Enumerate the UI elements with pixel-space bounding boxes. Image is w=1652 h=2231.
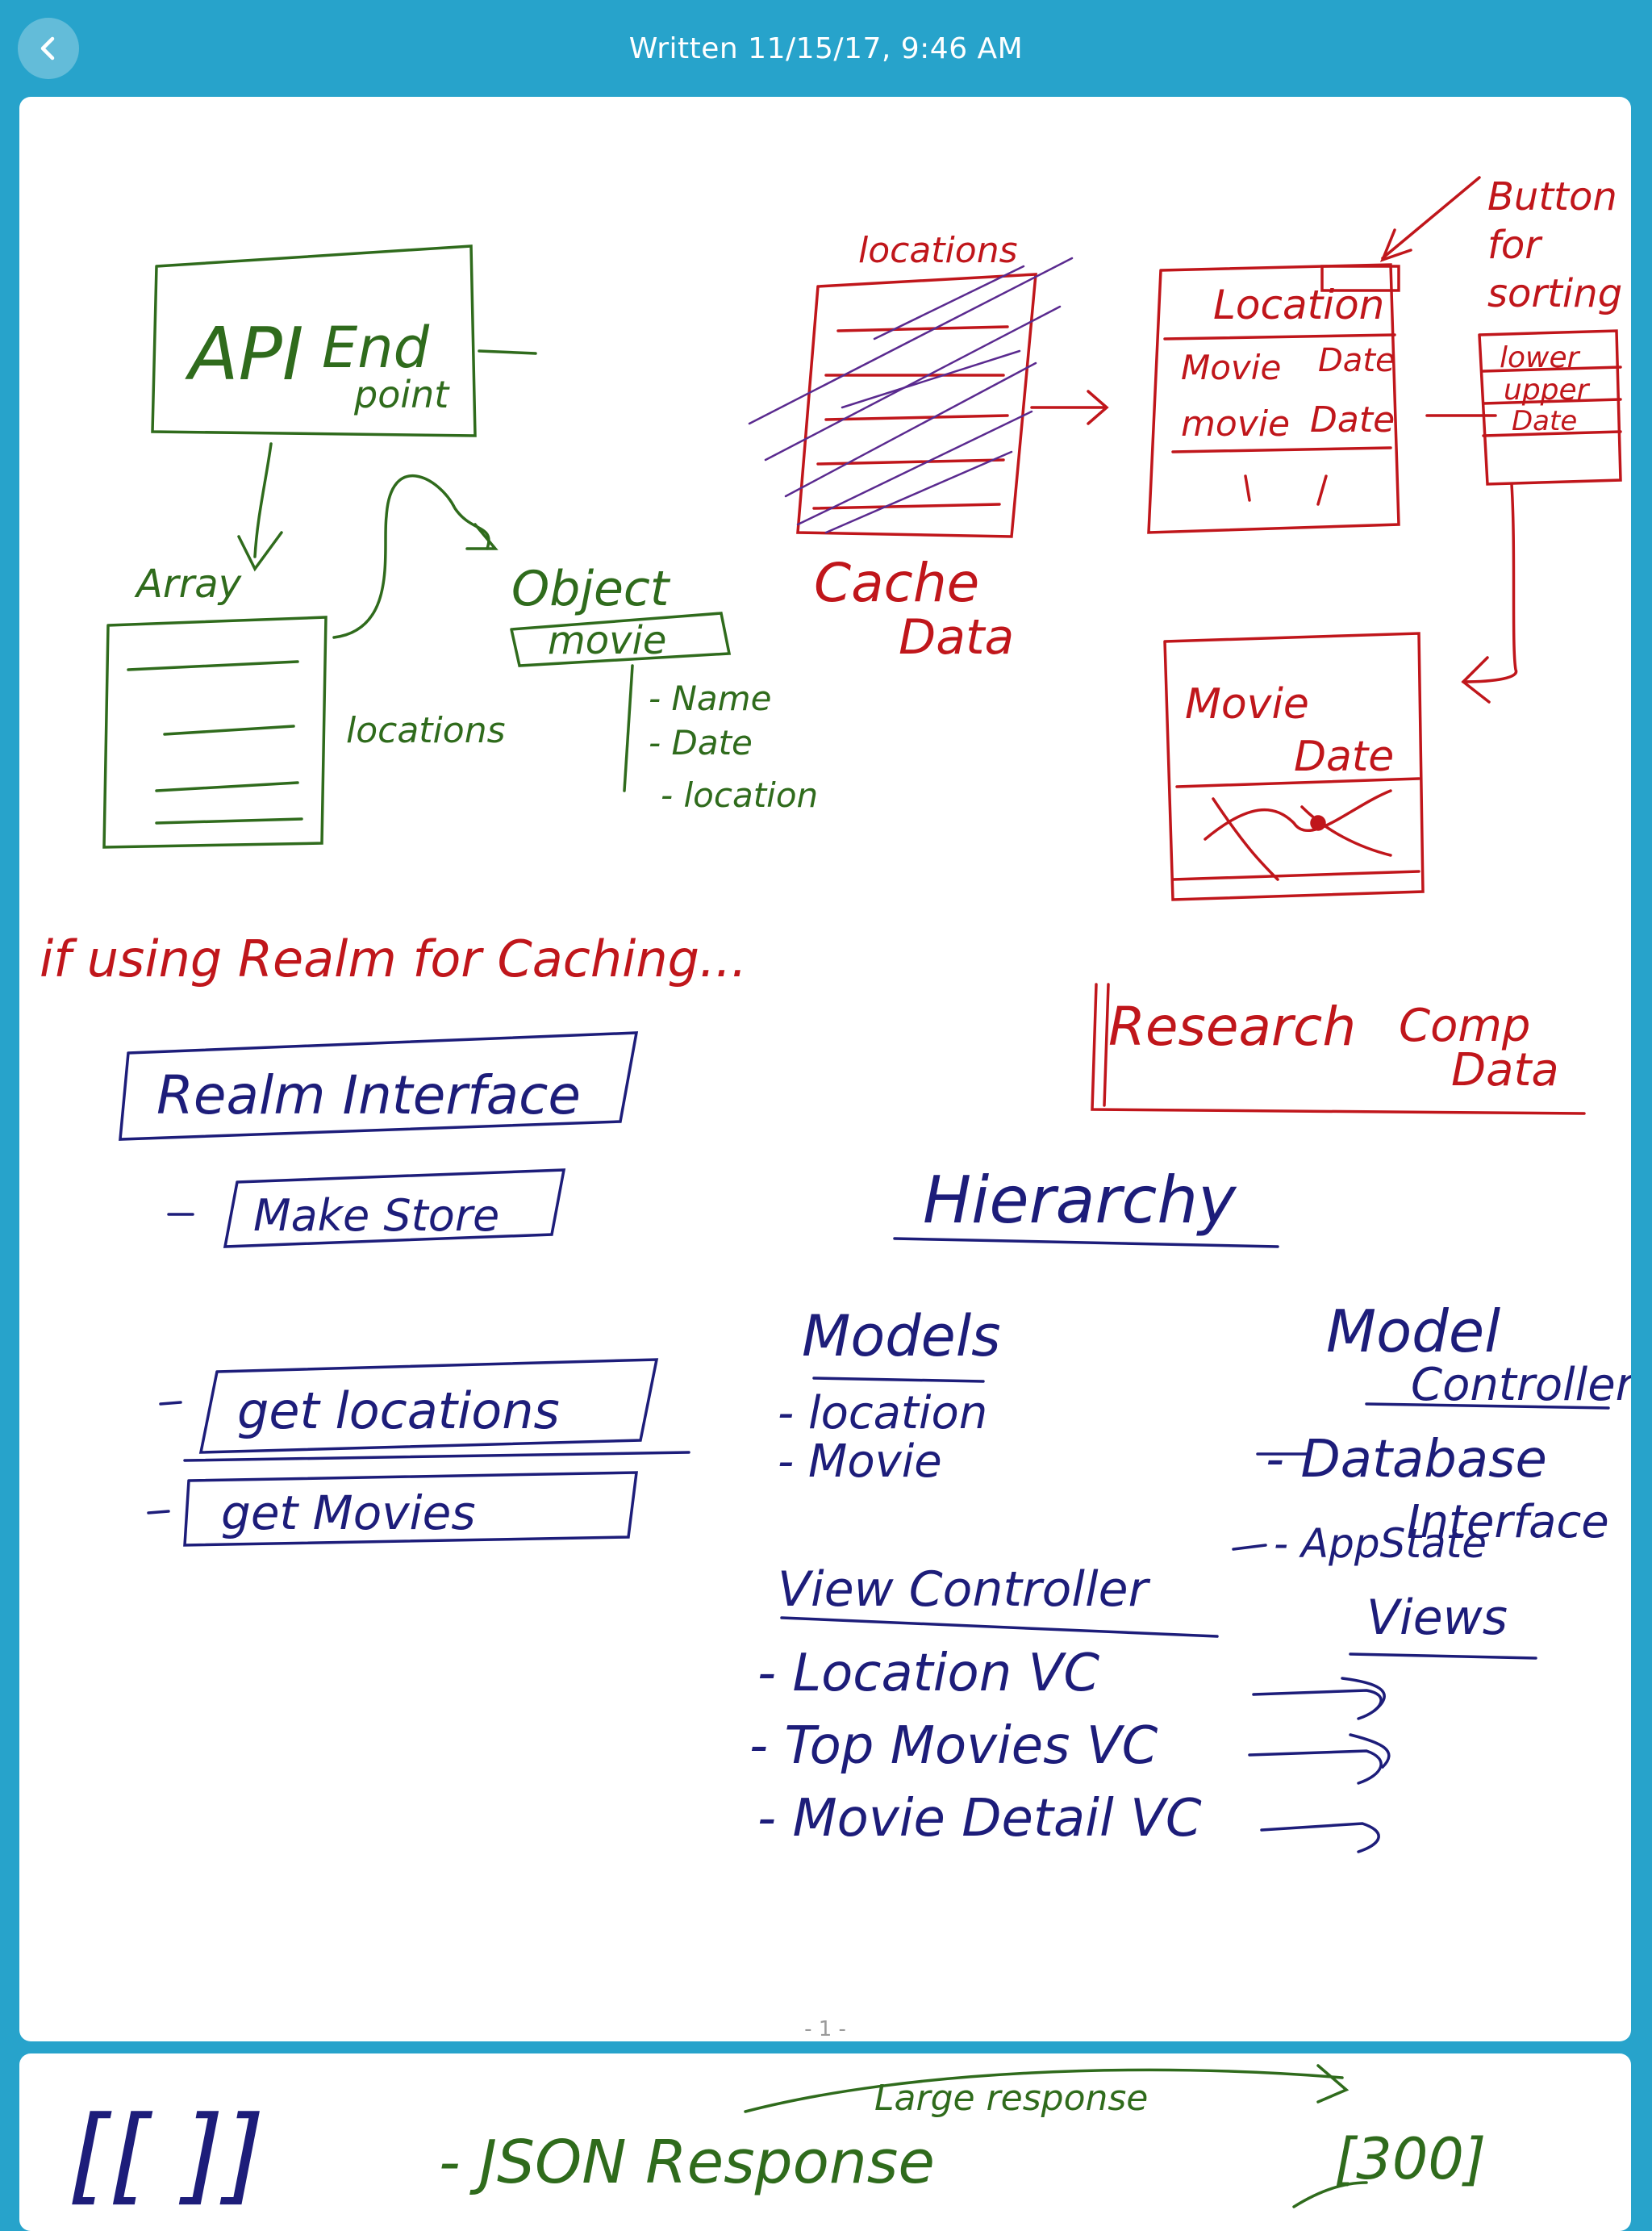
large-response-label: Large response [874,2078,1148,2119]
data-label: Data [899,609,1014,666]
mc-database: - Database [1266,1430,1547,1489]
cache-table-box [796,273,1037,538]
vc-arrow-2 [1248,1749,1383,1785]
field-name: - Name [649,679,771,718]
locations-label: locations [346,710,506,751]
model-movie: - Movie [778,1435,942,1488]
field-date: - Date [649,723,753,762]
realm-note: if using Realm for Caching... [40,930,747,988]
detail-date: Date [1294,733,1394,781]
date-column: Date [1318,342,1395,379]
sort-to-detail-arrow [1462,483,1518,683]
handwriting-canvas-2: [[ ]] - JSON Response Large response [30… [68,2064,1486,2216]
arrow-to-array [253,442,273,558]
page-number: - 1 - [804,2017,846,2041]
button-label: Button [1487,174,1617,219]
vc-movie-detail: - Movie Detail VC [757,1789,1202,1849]
mc-views: Views [1366,1590,1508,1646]
sort-date: Date [1512,405,1577,437]
json-response-label: - JSON Response [439,2128,935,2197]
array-to-object-arrow [332,474,490,639]
hierarchy-label: Hierarchy [923,1163,1237,1238]
field-location: - location [661,775,818,815]
comp-data-label: Data [1451,1044,1559,1097]
top-bar: Written 11/15/17, 9:46 AM [0,0,1652,97]
realm-interface-label: Realm Interface [156,1064,581,1126]
research-label: Research [1108,996,1356,1058]
view-controller-label: View Controller [778,1561,1151,1618]
make-store-label: Make Store [253,1190,499,1241]
for-label: for [1487,223,1543,268]
sort-lower: lower [1500,341,1581,374]
count-label: [300] [1334,2126,1486,2192]
vc-arrow-3 [1260,1822,1380,1853]
handwriting-canvas: API End point Array locations Object mov… [40,174,1631,1853]
movie-row: movie [1181,403,1290,445]
date-row: Date [1310,399,1395,441]
locations-header: locations [858,230,1018,271]
mc-appstate: - AppState [1274,1520,1487,1567]
movie-column: Movie [1181,348,1281,387]
api-label: API [185,312,303,397]
model-location: - location [778,1387,987,1439]
vc-arrow-1 [1252,1689,1383,1720]
end-label: End [322,315,430,381]
bracket-label: [[ ]] [68,2093,265,2216]
detail-movie: Movie [1185,680,1309,729]
array-label: Array [134,562,242,607]
vc-location: - Location VC [757,1644,1099,1703]
controller-label: Controller [1411,1359,1631,1411]
location-column: Location [1213,282,1384,328]
hierarchy-underline [893,1237,1279,1248]
vc-top-movies: - Top Movies VC [749,1716,1158,1776]
note-page-1: API End point Array locations Object mov… [19,97,1631,2041]
point-label: point [353,373,450,416]
note-page-2: [[ ]] - JSON Response Large response [30… [19,2053,1631,2231]
get-movies-label: get Movies [221,1485,476,1540]
object-label: Object [511,561,671,617]
sort-upper: upper [1504,374,1591,407]
cache-label: Cache [814,552,979,614]
models-label: Models [802,1303,1001,1369]
movie-label: movie [548,618,666,663]
sorting-label: sorting [1487,271,1622,316]
model-label: Model [1326,1297,1500,1365]
get-locations-label: get locations [237,1381,560,1440]
note-title: Written 11/15/17, 9:46 AM [628,31,1024,65]
